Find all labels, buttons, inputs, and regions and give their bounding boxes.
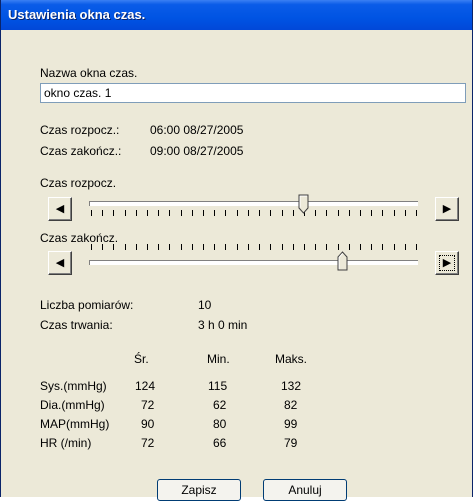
arrow-right-icon: ▶: [442, 203, 452, 215]
stats-header-max: Maks.: [275, 352, 308, 366]
stats-cell: 80: [213, 417, 227, 431]
start-time-value: 06:00 08/27/2005: [150, 123, 244, 137]
stats-cell: 124: [135, 379, 156, 393]
arrow-right-icon: ▶: [439, 255, 455, 271]
end-slider-right-button[interactable]: ▶: [435, 251, 459, 275]
duration-label: Czas trwania:: [40, 318, 113, 332]
stats-cell: 132: [281, 379, 302, 393]
end-slider-track[interactable]: [89, 260, 418, 265]
stats-row-label: Dia.(mmHg): [40, 398, 105, 412]
stats-cell: 72: [141, 398, 155, 412]
stats-header-min: Min.: [207, 352, 230, 366]
stats-header-avg: Śr.: [134, 352, 149, 366]
dialog-window: Ustawienia okna czas. Nazwa okna czas. o…: [0, 0, 473, 501]
stats-row-label: HR (/min): [40, 436, 92, 450]
start-slider-track[interactable]: [89, 201, 418, 206]
stats-row-label: Sys.(mmHg): [40, 379, 107, 393]
end-slider-ticks: [91, 244, 417, 250]
save-button[interactable]: Zapisz: [157, 479, 241, 501]
count-value: 10: [198, 298, 212, 312]
name-input[interactable]: okno czas. 1: [40, 83, 466, 103]
arrow-left-icon: ◀: [55, 203, 65, 215]
name-field-label: Nazwa okna czas.: [40, 66, 138, 80]
arrow-left-icon: ◀: [55, 257, 65, 269]
stats-cell: 82: [284, 398, 298, 412]
end-slider-left-button[interactable]: ◀: [48, 251, 72, 275]
end-time-label: Czas zakończ.:: [40, 144, 122, 158]
stats-cell: 72: [141, 436, 155, 450]
start-slider-right-button[interactable]: ▶: [435, 197, 459, 221]
stats-cell: 99: [284, 417, 298, 431]
start-slider-ticks: [91, 210, 417, 216]
window-title: Ustawienia okna czas.: [8, 7, 146, 22]
stats-cell: 90: [141, 417, 155, 431]
end-slider-label: Czas zakończ.: [40, 231, 119, 245]
dialog-body: Nazwa okna czas. okno czas. 1 Czas rozpo…: [4, 30, 469, 501]
stats-cell: 115: [208, 379, 228, 393]
stats-row-label: MAP(mmHg): [40, 417, 110, 431]
start-slider-left-button[interactable]: ◀: [48, 197, 72, 221]
count-label: Liczba pomiarów:: [40, 298, 134, 312]
title-bar[interactable]: Ustawienia okna czas.: [1, 0, 472, 30]
stats-cell: 79: [284, 436, 298, 450]
cancel-button[interactable]: Anuluj: [263, 479, 347, 501]
duration-value: 3 h 0 min: [198, 318, 248, 332]
end-slider-thumb[interactable]: [337, 251, 348, 271]
stats-cell: 66: [213, 436, 227, 450]
start-slider-label: Czas rozpocz.: [40, 176, 117, 190]
start-time-label: Czas rozpocz.:: [40, 123, 120, 137]
end-time-value: 09:00 08/27/2005: [150, 144, 244, 158]
stats-cell: 62: [213, 398, 227, 412]
start-slider-thumb[interactable]: [298, 194, 309, 214]
